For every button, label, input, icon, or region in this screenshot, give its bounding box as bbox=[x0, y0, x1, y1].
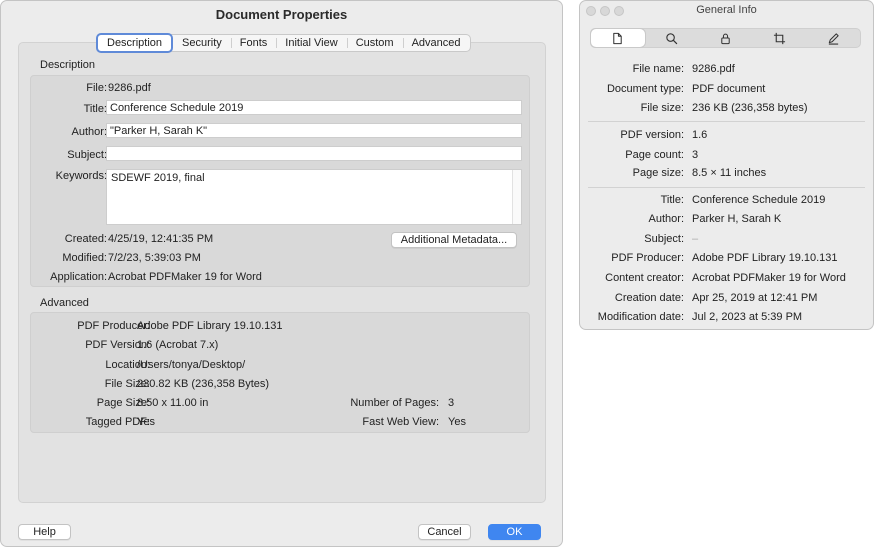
document-icon bbox=[613, 32, 623, 44]
pdf-version-value: 1.6 bbox=[692, 129, 708, 141]
pdf-version-value: 1.6 (Acrobat 7.x) bbox=[137, 339, 219, 351]
author-value: Parker H, Sarah K bbox=[692, 213, 782, 225]
additional-metadata-button[interactable]: Additional Metadata... bbox=[391, 232, 517, 248]
cancel-button[interactable]: Cancel bbox=[418, 524, 471, 540]
lock-icon bbox=[721, 33, 730, 44]
document-properties-dialog: Document Properties Description File: 92… bbox=[0, 0, 563, 547]
modified-value: 7/2/23, 5:39:03 PM bbox=[108, 252, 201, 264]
number-of-pages-value: 3 bbox=[448, 397, 455, 409]
inspector-tab-bar bbox=[590, 28, 861, 48]
author-label: Author: bbox=[71, 126, 107, 138]
separator bbox=[588, 121, 865, 122]
number-of-pages-label: Number of Pages: bbox=[350, 397, 439, 409]
pdf-producer-value: Adobe PDF Library 19.10.131 bbox=[137, 320, 283, 332]
tab-bar: Description Security Fonts Initial View … bbox=[96, 33, 471, 53]
subject-field[interactable] bbox=[106, 146, 522, 161]
application-label: Application: bbox=[50, 271, 107, 283]
ok-button[interactable]: OK bbox=[488, 524, 541, 540]
crop-tab[interactable] bbox=[752, 29, 806, 47]
application-value: Acrobat PDFMaker 19 for Word bbox=[108, 271, 262, 283]
pencil-icon bbox=[828, 32, 839, 45]
file-size-value: 236 KB (236,358 bytes) bbox=[692, 102, 808, 114]
keywords-label: Keywords: bbox=[55, 170, 107, 182]
fast-web-view-value: Yes bbox=[448, 416, 466, 428]
annotations-tab[interactable] bbox=[806, 29, 860, 47]
title-value: Conference Schedule 2019 bbox=[692, 194, 826, 206]
tab-content-panel: Description File: 9286.pdf Title: Author… bbox=[18, 42, 546, 503]
file-name-label: File name: bbox=[632, 63, 684, 75]
file-size-value: 230.82 KB (236,358 Bytes) bbox=[137, 378, 270, 390]
title-label: Title: bbox=[83, 103, 107, 115]
search-icon bbox=[666, 32, 678, 44]
help-button[interactable]: Help bbox=[18, 524, 71, 540]
modified-label: Modified: bbox=[62, 252, 107, 264]
file-label: File: bbox=[86, 82, 107, 94]
modification-date-label: Modification date: bbox=[597, 311, 684, 323]
advanced-section-label: Advanced bbox=[40, 297, 89, 309]
page-count-label: Page count: bbox=[625, 149, 684, 161]
keywords-scrollbar[interactable] bbox=[512, 170, 521, 224]
title-field[interactable] bbox=[106, 100, 522, 115]
window-title: General Info bbox=[696, 4, 757, 16]
created-label: Created: bbox=[64, 233, 107, 245]
fast-web-view-label: Fast Web View: bbox=[362, 416, 439, 428]
tab-description[interactable]: Description bbox=[96, 33, 174, 53]
page-size-value: 8.5 × 11 inches bbox=[692, 167, 767, 179]
creation-date-value: Apr 25, 2019 at 12:41 PM bbox=[692, 292, 818, 304]
pdf-version-label: PDF version: bbox=[620, 129, 684, 141]
separator bbox=[588, 187, 865, 188]
advanced-section: PDF Producer: Adobe PDF Library 19.10.13… bbox=[30, 312, 530, 433]
keywords-field[interactable]: SDEWF 2019, final bbox=[106, 169, 522, 225]
pdf-producer-label: PDF Producer: bbox=[611, 252, 684, 264]
modification-date-value: Jul 2, 2023 at 5:39 PM bbox=[692, 311, 803, 323]
tab-security[interactable]: Security bbox=[173, 35, 231, 51]
page-size-value: 8.50 x 11.00 in bbox=[137, 397, 209, 409]
file-name-value: 9286.pdf bbox=[692, 63, 735, 75]
encryption-tab[interactable] bbox=[699, 29, 753, 47]
page-size-label: Page size: bbox=[632, 167, 684, 179]
subject-value: – bbox=[692, 233, 699, 245]
document-type-value: PDF document bbox=[692, 83, 766, 95]
tab-advanced[interactable]: Advanced bbox=[402, 35, 470, 51]
pdf-producer-value: Adobe PDF Library 19.10.131 bbox=[692, 252, 838, 264]
tagged-pdf-value: Yes bbox=[137, 416, 155, 428]
subject-label: Subject: bbox=[67, 149, 107, 161]
document-type-label: Document type: bbox=[606, 83, 684, 95]
file-value: 9286.pdf bbox=[108, 82, 151, 94]
file-size-label: File size: bbox=[640, 102, 684, 114]
crop-icon bbox=[773, 32, 785, 44]
keywords-tab[interactable] bbox=[645, 29, 699, 47]
location-value: /Users/tonya/Desktop/ bbox=[137, 359, 246, 371]
general-info-tab[interactable] bbox=[591, 29, 645, 47]
tab-fonts[interactable]: Fonts bbox=[230, 35, 277, 51]
description-section-label: Description bbox=[40, 59, 96, 71]
author-field[interactable] bbox=[106, 123, 522, 138]
general-info-window: General Info File name: 9286.pdf Documen… bbox=[579, 0, 874, 330]
tab-custom[interactable]: Custom bbox=[346, 35, 403, 51]
tab-initial-view[interactable]: Initial View bbox=[276, 35, 346, 51]
keywords-text: SDEWF 2019, final bbox=[111, 172, 205, 184]
content-creator-value: Acrobat PDFMaker 19 for Word bbox=[692, 272, 846, 284]
description-section: File: 9286.pdf Title: Author: Subject: K… bbox=[30, 75, 530, 287]
content-creator-label: Content creator: bbox=[605, 272, 684, 284]
title-label: Title: bbox=[660, 194, 684, 206]
creation-date-label: Creation date: bbox=[614, 292, 684, 304]
page-count-value: 3 bbox=[692, 149, 699, 161]
dialog-title: Document Properties bbox=[215, 7, 348, 22]
subject-label: Subject: bbox=[644, 233, 684, 245]
created-value: 4/25/19, 12:41:35 PM bbox=[108, 233, 214, 245]
author-label: Author: bbox=[648, 213, 684, 225]
